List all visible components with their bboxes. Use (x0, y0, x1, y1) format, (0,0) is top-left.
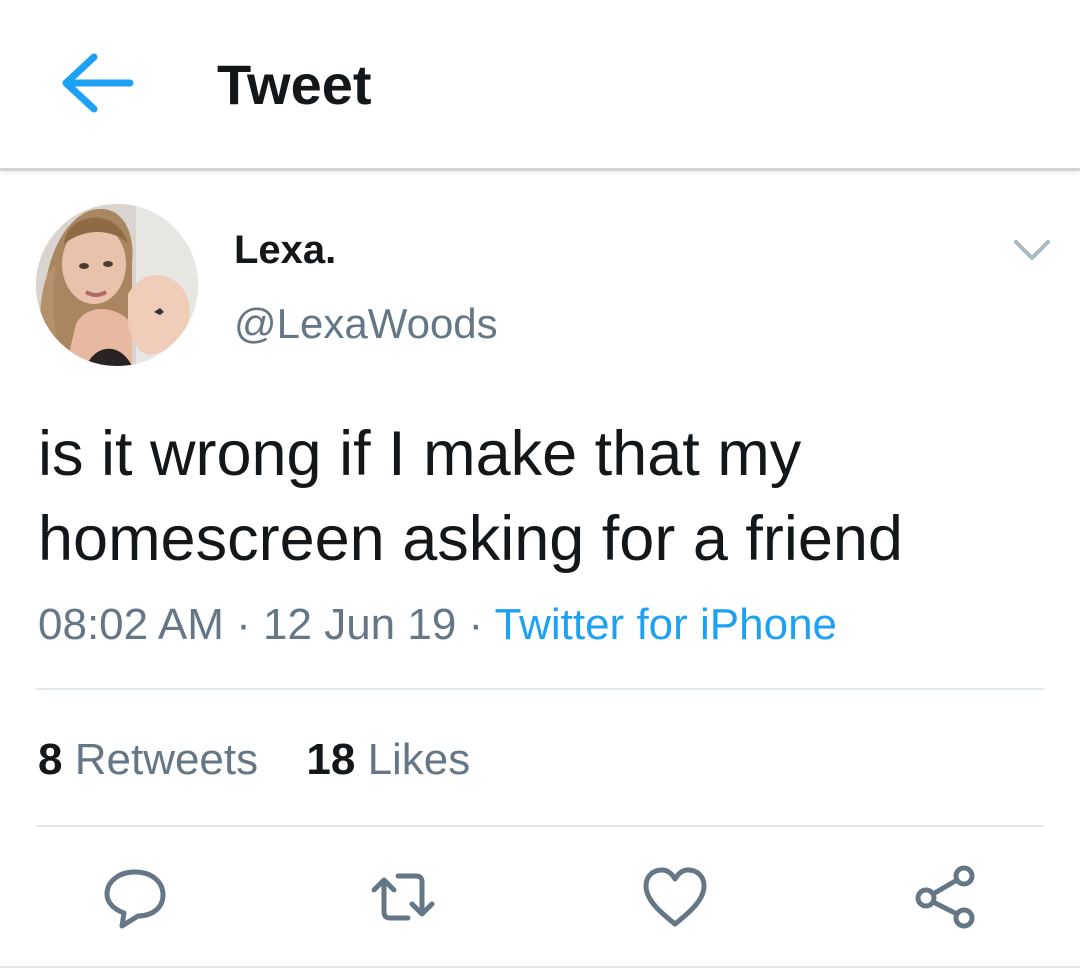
retweets-count: 8 (38, 735, 63, 784)
arrow-left-icon (62, 53, 134, 113)
tweet-date: 12 Jun 19 (263, 600, 457, 649)
reply-button[interactable] (100, 862, 170, 932)
retweets-stat[interactable]: 8 Retweets (38, 735, 258, 784)
share-button[interactable] (910, 862, 980, 932)
bottom-divider (0, 966, 1080, 968)
like-button[interactable] (640, 862, 710, 932)
tweet-stats: 8 Retweets 18 Likes (38, 735, 470, 785)
likes-count: 18 (306, 735, 356, 784)
retweets-label: Retweets (74, 735, 259, 784)
likes-stat[interactable]: 18 Likes (306, 735, 470, 784)
likes-label: Likes (367, 735, 471, 784)
divider (36, 688, 1044, 690)
top-bar: Tweet (0, 0, 1080, 171)
back-button[interactable] (58, 50, 134, 116)
divider (36, 825, 1044, 827)
avatar[interactable] (36, 204, 198, 366)
retweet-button[interactable] (368, 862, 438, 932)
page-title: Tweet (217, 53, 372, 116)
avatar-photo (36, 204, 198, 366)
user-handle[interactable]: @LexaWoods (234, 300, 498, 348)
heart-icon (643, 867, 707, 927)
tweet-menu-button[interactable] (1010, 232, 1054, 268)
reply-icon (104, 869, 166, 929)
display-name[interactable]: Lexa. (234, 228, 336, 273)
retweet-icon (371, 873, 435, 921)
share-icon (915, 865, 975, 929)
meta-separator: · (236, 600, 251, 649)
tweet-time: 08:02 AM (38, 600, 224, 649)
tweet-source-link[interactable]: Twitter for iPhone (495, 600, 837, 649)
meta-separator: · (468, 600, 484, 649)
tweet-metadata: 08:02 AM · 12 Jun 19 · Twitter for iPhon… (38, 600, 837, 650)
tweet-text: is it wrong if I make that my homescreen… (38, 419, 903, 574)
chevron-down-icon (1014, 240, 1050, 260)
